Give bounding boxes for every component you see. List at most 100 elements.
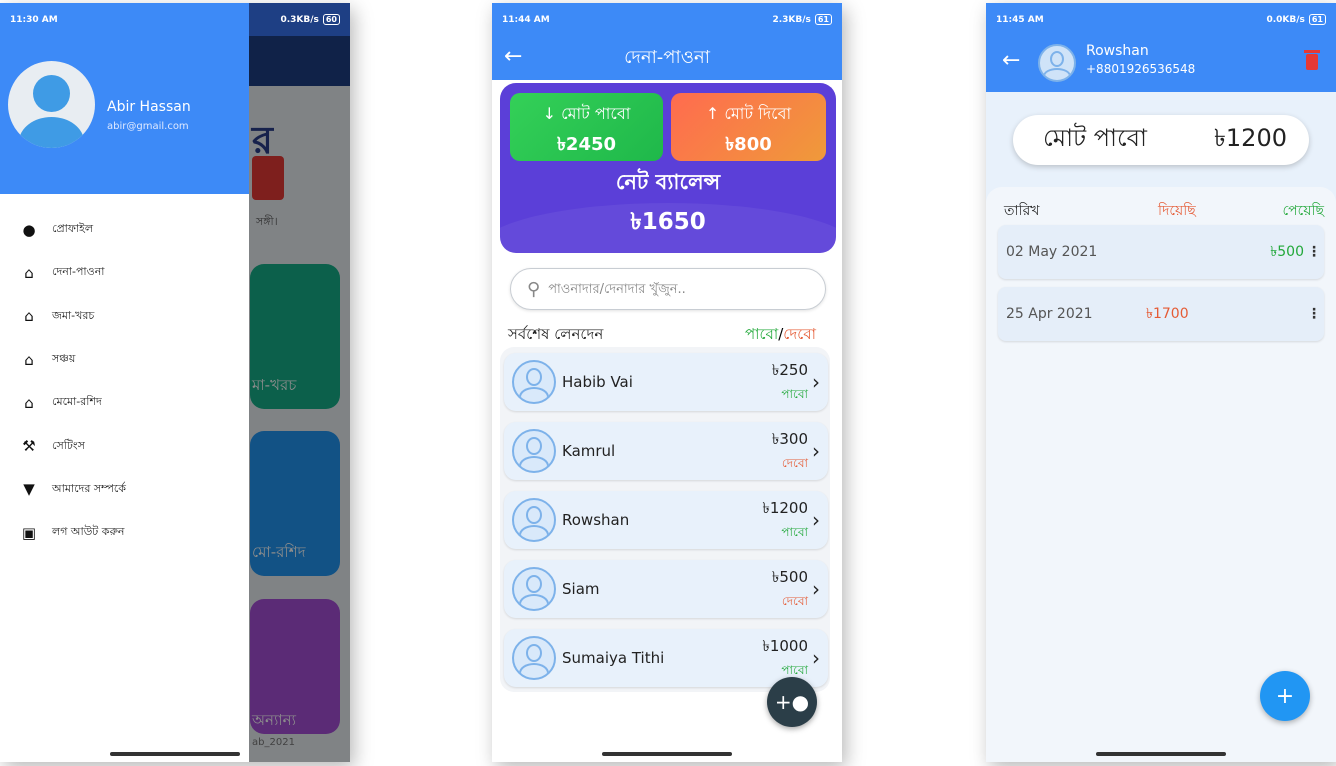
menu-label: দেনা-পাওনা — [52, 265, 105, 279]
chevron-right-icon: › — [812, 508, 820, 532]
total-give-value: ৳800 — [725, 134, 772, 155]
row-date: 02 May 2021 — [1006, 244, 1098, 260]
add-person-icon: +● — [774, 690, 810, 714]
total-give-label: মোট দিবো — [724, 104, 792, 123]
menu-item-dena-paona[interactable]: ⌂ দেনা-পাওনা — [0, 251, 249, 294]
status-time: 11:30 AM — [10, 14, 58, 25]
transaction-type: দেবো — [781, 455, 808, 470]
list-legend: পাবো/দেবো — [745, 323, 816, 348]
arrow-up-icon: ↑ — [705, 104, 720, 123]
add-contact-button[interactable]: +● — [767, 677, 817, 727]
list-item[interactable]: Habib Vai ৳250 পাবো › — [504, 353, 828, 411]
list-item[interactable]: Sumaiya Tithi ৳1000 পাবো › — [504, 629, 828, 687]
list-item[interactable]: Rowshan ৳1200 পাবো › — [504, 491, 828, 549]
status-speed: 2.3KB/s — [772, 14, 811, 25]
chevron-right-icon: › — [812, 439, 820, 463]
menu-item-sonchoy[interactable]: ⌂ সঞ্চয় — [0, 338, 249, 381]
plus-icon: + — [1275, 683, 1295, 709]
table-row[interactable]: 02 May 2021 ৳500 ⋮ — [998, 225, 1324, 279]
amount: ৳250 — [771, 360, 808, 379]
header-received: পেয়েছি — [1282, 203, 1324, 219]
menu-item-about[interactable]: ▼ আমাদের সম্পর্কে — [0, 468, 249, 511]
history-header: তারিখ দিয়েছি পেয়েছি — [1004, 199, 1324, 223]
avatar — [512, 498, 556, 542]
drawer-menu: ● প্রোফাইল ⌂ দেনা-পাওনা ⌂ জমা-খরচ ⌂ সঞ্চয় ⌂… — [0, 194, 249, 554]
menu-item-settings[interactable]: ⚒ সেটিংস — [0, 424, 249, 467]
battery-icon: 60 — [322, 14, 340, 25]
net-balance-label: নেট ব্যালেন্স — [615, 170, 721, 194]
row-date: 25 Apr 2021 — [1006, 306, 1093, 322]
status-bar: 11:45 AM 0.0KB/s 61 — [986, 3, 1336, 36]
more-vert-icon[interactable]: ⋮ — [1304, 306, 1324, 322]
menu-label: জমা-খরচ — [52, 308, 95, 322]
table-row[interactable]: 25 Apr 2021 ৳1700 ⋮ — [998, 287, 1324, 341]
row-received: ৳500 — [1270, 244, 1304, 260]
status-indicators: 0.0KB/s 61 — [1266, 14, 1326, 25]
total-receive-card[interactable]: ↓ মোট পাবো ৳2450 — [510, 93, 663, 161]
more-vert-icon[interactable]: ⋮ — [1304, 244, 1324, 260]
avatar — [512, 429, 556, 473]
menu-label: সেটিংস — [52, 438, 85, 452]
phone-contact-detail-screen: 11:45 AM 0.0KB/s 61 ← Rowshan +8801926536… — [986, 3, 1336, 762]
avatar — [512, 636, 556, 680]
menu-label: প্রোফাইল — [52, 222, 94, 236]
avatar[interactable] — [8, 61, 95, 148]
app-bar: ← Rowshan +8801926536548 — [986, 36, 1336, 92]
contact-name: Rowshan — [1086, 43, 1149, 59]
list-item[interactable]: Siam ৳500 দেবো › — [504, 560, 828, 618]
page-title: দেনা-পাওনা — [624, 46, 710, 68]
menu-item-profile[interactable]: ● প্রোফাইল — [0, 208, 249, 251]
total-receive-value: ৳2450 — [556, 134, 617, 155]
total-label: মোট পাবো — [1043, 124, 1147, 152]
home-icon: ⌂ — [24, 350, 34, 369]
menu-item-logout[interactable]: ▣ লগ আউট করুন — [0, 511, 249, 554]
list-header: সর্বশেষ লেনদেন পাবো/দেবো — [508, 323, 816, 348]
amount: ৳500 — [771, 567, 808, 586]
status-time: 11:45 AM — [996, 14, 1044, 25]
menu-item-memo-roshid[interactable]: ⌂ মেমো-রশিদ — [0, 381, 249, 424]
drawer-header: 11:30 AM Abir Hassan abir@gmail.com — [0, 3, 249, 194]
add-transaction-button[interactable]: + — [1260, 671, 1310, 721]
transaction-type: পাবো — [781, 386, 808, 401]
delete-icon[interactable] — [1304, 50, 1320, 70]
contact-phone: +8801926536548 — [1086, 62, 1196, 76]
contact-name: Rowshan — [562, 511, 630, 529]
status-bar-right: 0.3KB/s 60 — [249, 3, 350, 36]
chevron-right-icon: › — [812, 577, 820, 601]
top-bar: 11:45 AM 0.0KB/s 61 ← Rowshan +8801926536… — [986, 3, 1336, 92]
transaction-type: দেবো — [781, 593, 808, 608]
chevron-right-icon: › — [812, 646, 820, 670]
avatar — [1038, 44, 1076, 82]
amount: ৳1200 — [762, 498, 808, 517]
status-indicators: 0.3KB/s 60 — [280, 14, 340, 25]
home-indicator — [1096, 752, 1226, 756]
avatar — [512, 567, 556, 611]
person-icon: ● — [22, 220, 36, 239]
contact-name: Sumaiya Tithi — [562, 649, 665, 667]
transaction-type: পাবো — [781, 524, 808, 539]
arrow-down-icon: ↓ — [542, 104, 556, 123]
search-box[interactable]: ⚲ — [510, 268, 826, 310]
info-icon: ▼ — [23, 480, 35, 499]
back-arrow-icon[interactable]: ← — [504, 44, 522, 69]
search-icon: ⚲ — [527, 278, 541, 300]
avatar — [512, 360, 556, 404]
top-bar: 11:44 AM 2.3KB/s 61 ← দেনা-পাওনা — [492, 3, 842, 80]
back-arrow-icon[interactable]: ← — [1002, 48, 1020, 73]
home-icon: ⌂ — [24, 307, 34, 326]
menu-item-joma-khoroch[interactable]: ⌂ জমা-খরচ — [0, 295, 249, 338]
home-icon: ⌂ — [24, 393, 34, 412]
user-email: abir@gmail.com — [107, 121, 189, 132]
delete-icon: ▣ — [21, 523, 37, 542]
search-input[interactable] — [548, 281, 789, 297]
list-item[interactable]: Kamrul ৳300 দেবো › — [504, 422, 828, 480]
header-given: দিয়েছি — [1158, 203, 1196, 219]
home-indicator — [602, 752, 732, 756]
net-balance-value: ৳1650 — [630, 209, 706, 235]
menu-label: সঞ্চয় — [52, 352, 76, 366]
user-name: Abir Hassan — [107, 99, 191, 115]
battery-icon: 61 — [1308, 14, 1326, 25]
menu-label: আমাদের সম্পর্কে — [52, 481, 127, 495]
home-indicator — [110, 752, 240, 756]
total-give-card[interactable]: ↑ মোট দিবো ৳800 — [671, 93, 826, 161]
